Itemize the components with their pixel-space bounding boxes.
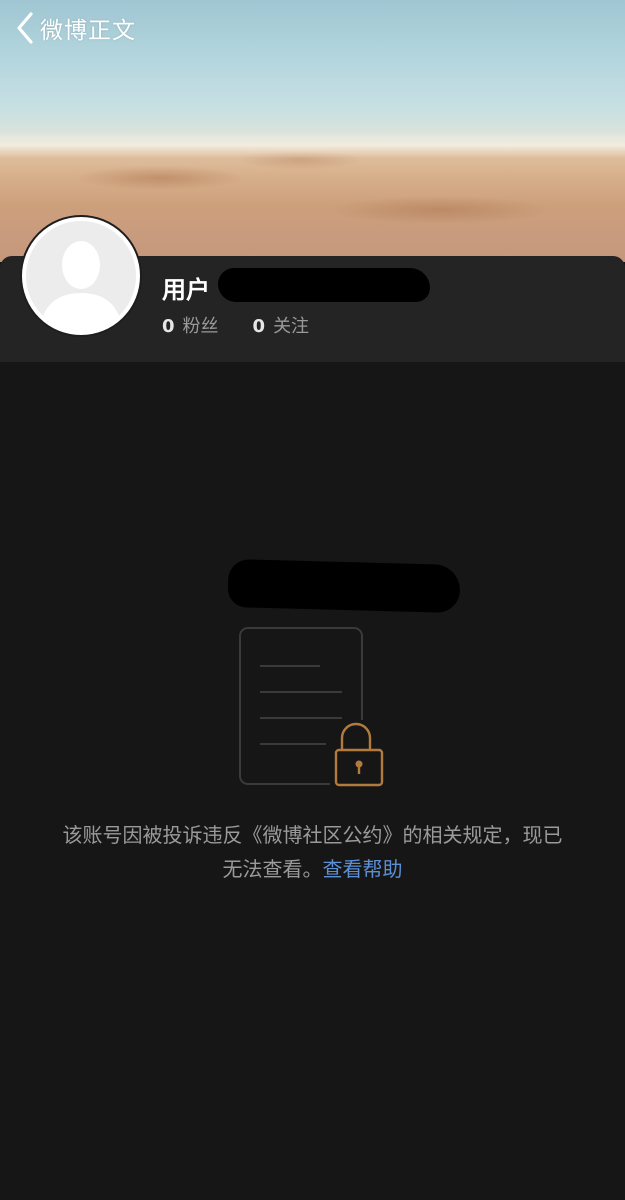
cover-shoreline — [0, 132, 625, 158]
back-button[interactable]: 微博正文 — [14, 10, 136, 46]
following-count: 0 — [252, 316, 266, 337]
user-name: 用户 — [162, 276, 210, 304]
chevron-left-icon — [17, 12, 33, 44]
help-link[interactable]: 查看帮助 — [323, 857, 403, 881]
lock-icon — [330, 720, 384, 787]
account-restricted-notice: 该账号因被投诉违反《微博社区公约》的相关规定，现已无法查看。查看帮助 — [60, 818, 565, 886]
redaction-mark — [218, 268, 430, 302]
followers-count: 0 — [162, 316, 175, 337]
followers-label: 粉丝 — [182, 316, 219, 337]
profile-stats: 0 粉丝 0 关注 — [162, 312, 309, 338]
notice-text: 该账号因被投诉违反《微博社区公约》的相关规定，现已无法查看。 — [62, 823, 563, 881]
following-label: 关注 — [273, 316, 310, 337]
default-avatar-icon — [26, 221, 136, 331]
avatar[interactable] — [20, 215, 142, 337]
followers-stat[interactable]: 0 粉丝 — [162, 312, 219, 338]
following-stat[interactable]: 0 关注 — [253, 312, 310, 338]
restricted-document-illustration — [236, 624, 388, 790]
redaction-mark — [227, 558, 461, 614]
back-label: 微博正文 — [40, 18, 136, 44]
